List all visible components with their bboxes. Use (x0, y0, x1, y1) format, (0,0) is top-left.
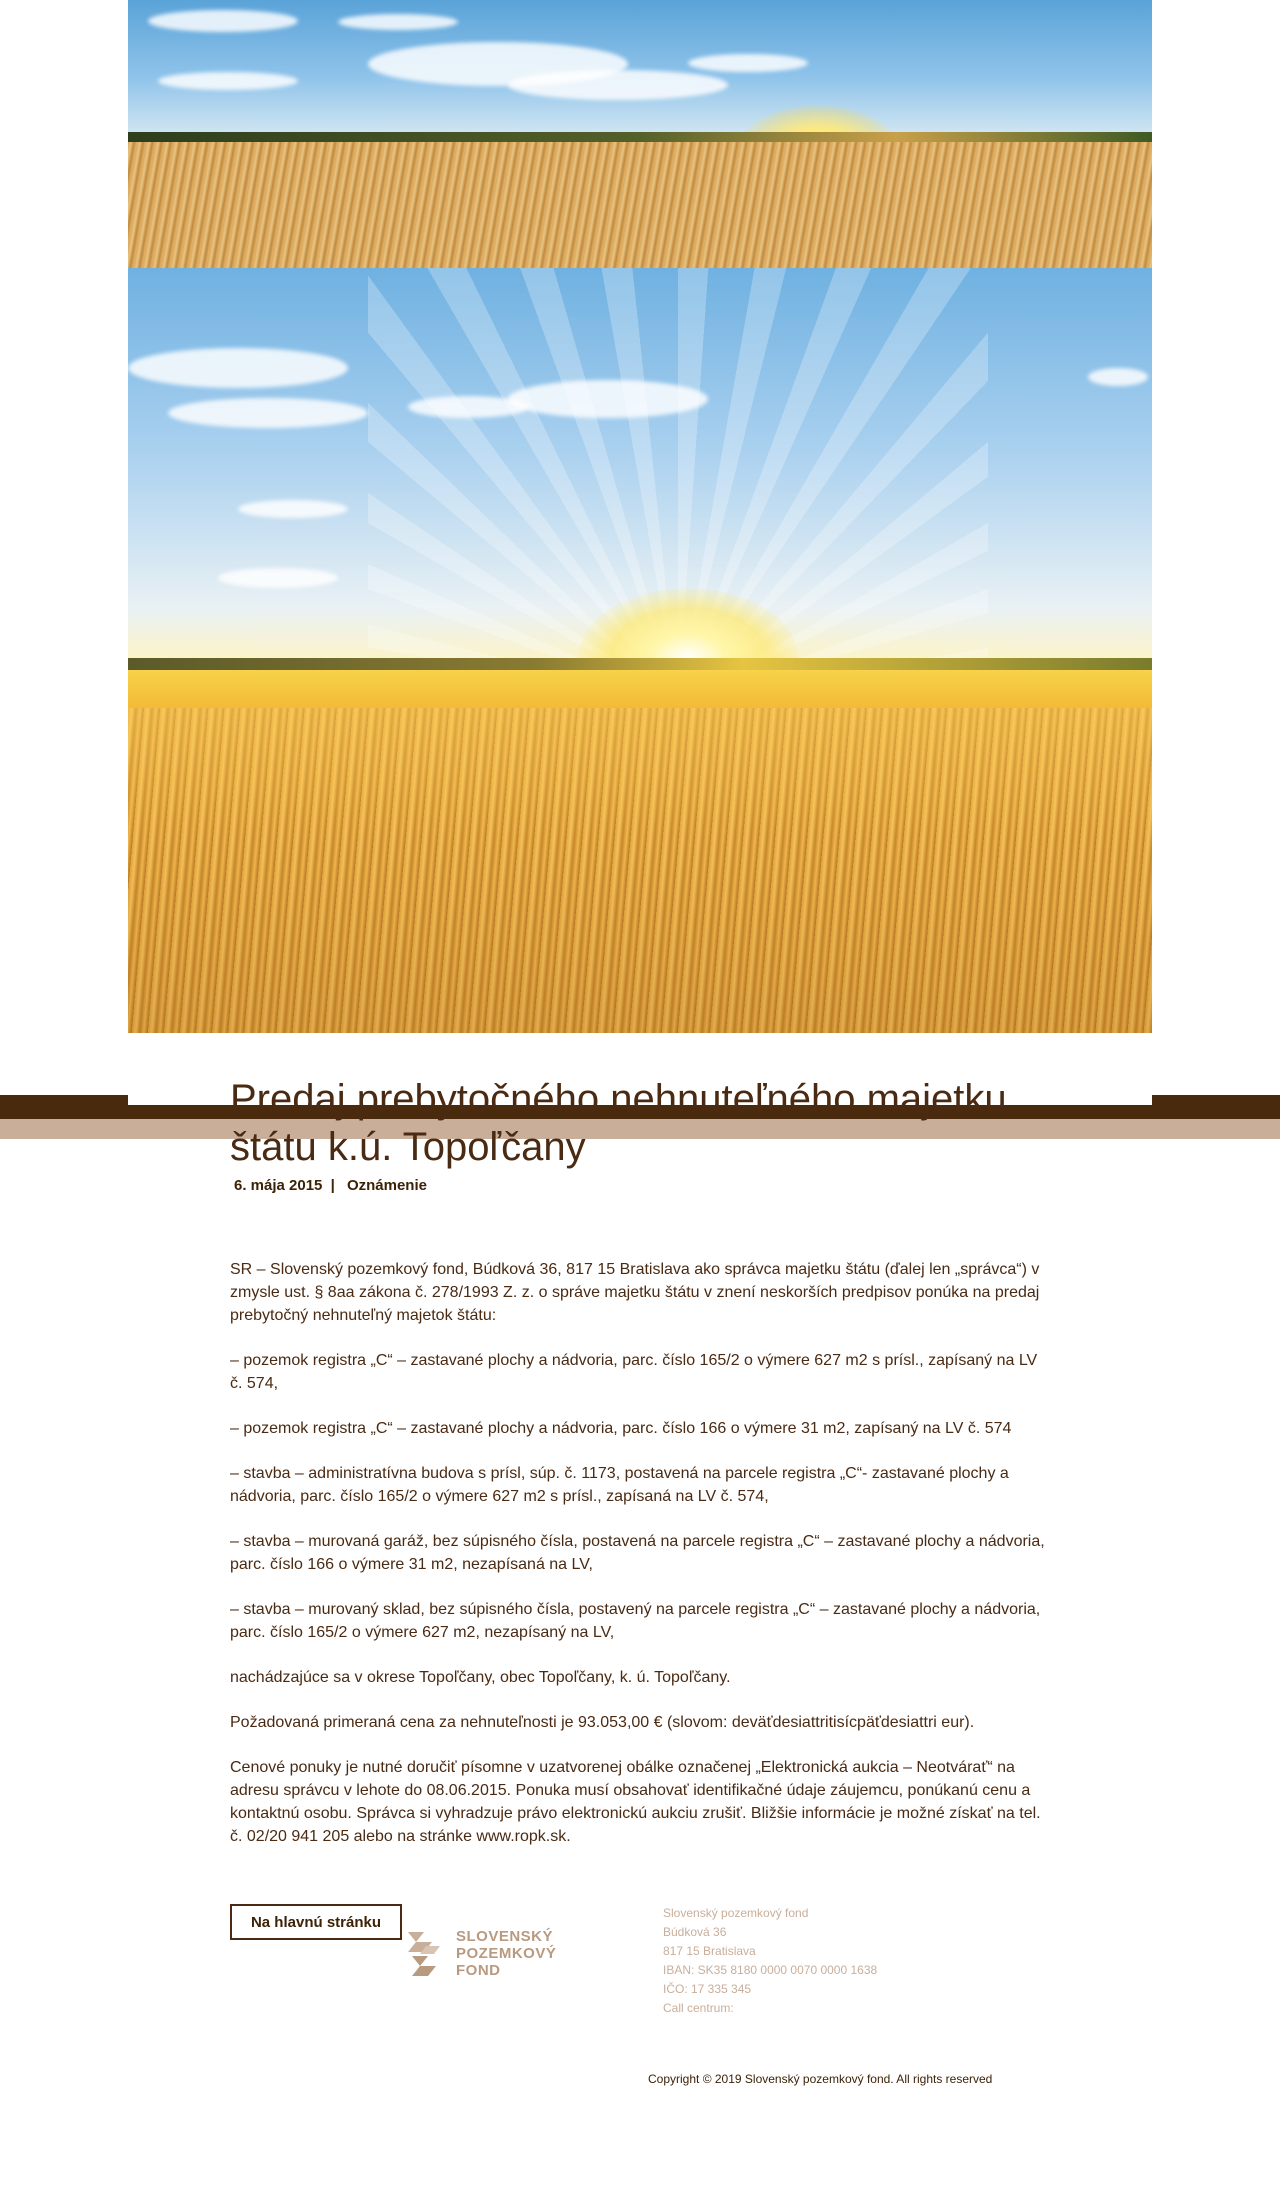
meta-separator: | (330, 1177, 335, 1194)
home-button[interactable]: Na hlavnú stránku (230, 1904, 402, 1940)
footer-street: Búdková 36 (663, 1925, 727, 1939)
article-body: SR – Slovenský pozemkový fond, Búdková 3… (230, 1258, 1050, 1870)
article-date: 6. mája 2015 (234, 1177, 323, 1194)
paragraph-price: Požadovaná primeraná cena za nehnuteľnos… (230, 1714, 975, 1731)
paragraph-item: – stavba – murovaný sklad, bez súpisného… (230, 1601, 1041, 1641)
wheat-field (128, 142, 1152, 268)
article-category: Oznámenie (346, 1177, 427, 1194)
page-title: Predaj prebytočného nehnuteľného majetku… (230, 1077, 1007, 1169)
paragraph-location: nachádzajúce sa v okrese Topoľčany, obec… (230, 1669, 731, 1686)
footer-call-centre: Call centrum: (663, 2001, 734, 2015)
footer-iban: IBAN: SK35 8180 0000 0070 0000 1638 (663, 1963, 878, 1977)
footer-ico: IČO: 17 335 345 (663, 1982, 752, 1996)
paragraph-intro: SR – Slovenský pozemkový fond, Búdková 3… (230, 1261, 1040, 1324)
footer-city: 817 15 Bratislava (663, 1944, 756, 1958)
paragraph-item: – pozemok registra „C“ – zastavané ploch… (230, 1352, 1038, 1392)
hero-image (128, 268, 1152, 1033)
copyright: Copyright © 2019 Slovenský pozemkový fon… (648, 2072, 993, 2086)
footer-contact-info: Slovenský pozemkový fond Búdková 36 817 … (663, 1904, 877, 2018)
paragraph-item: – stavba – murovaná garáž, bez súpisného… (230, 1533, 1045, 1573)
header-banner-image (128, 0, 1152, 268)
footer-org-name: Slovenský pozemkový fond (663, 1906, 809, 1920)
paragraph-item: – stavba – administratívna budova s prís… (230, 1465, 1009, 1505)
spf-logo-icon (408, 1932, 440, 1976)
paragraph-instructions: Cenové ponuky je nutné doručiť písomne v… (230, 1759, 1041, 1845)
paragraph-item: – pozemok registra „C“ – zastavané ploch… (230, 1420, 1012, 1437)
spf-logo: SLOVENSKÝ POZEMKOVÝ FOND (404, 1926, 564, 1988)
article-meta: 6. mája 2015 | Oznámenie (234, 1177, 427, 1194)
